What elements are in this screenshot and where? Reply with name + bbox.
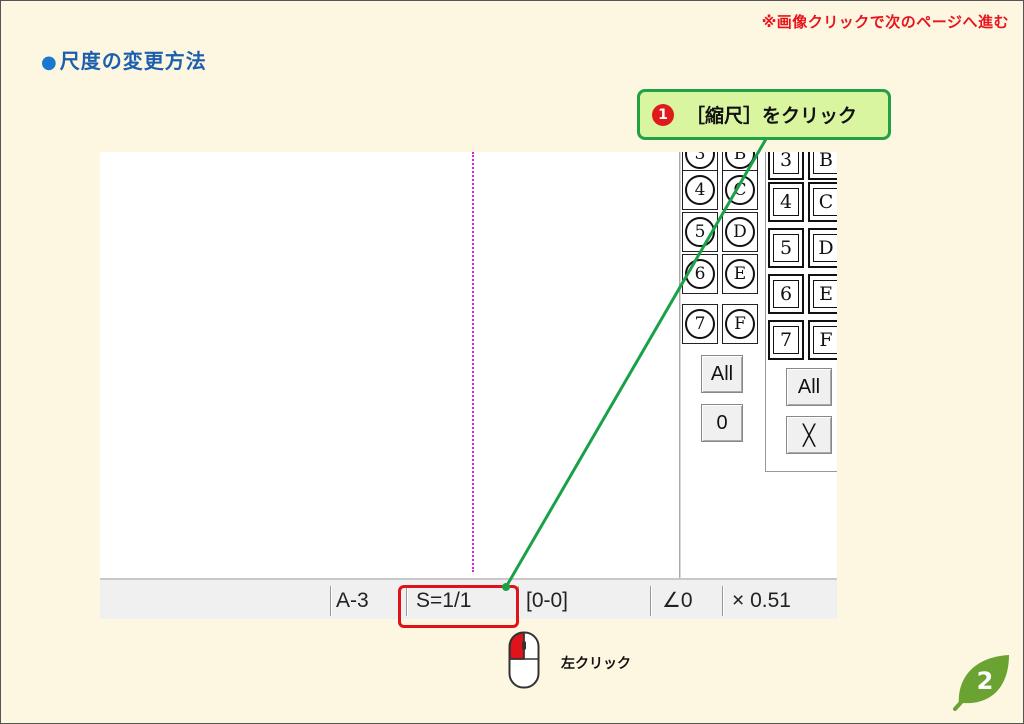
layer-all-button[interactable]: All xyxy=(786,368,832,406)
status-separator xyxy=(650,586,652,616)
slide[interactable]: ※画像クリックで次のページへ進む ● 尺度の変更方法 3 B 4 C 5 D 6 … xyxy=(0,0,1024,724)
left-click-label: 左クリック xyxy=(561,656,631,672)
layer-group-cell[interactable]: 4 xyxy=(682,170,718,210)
layer-cell[interactable]: 3 xyxy=(768,152,804,180)
page-number-leaf-icon[interactable]: 2 xyxy=(951,649,1013,711)
guide-line xyxy=(472,152,474,572)
layer-group-cell[interactable]: F xyxy=(722,304,758,344)
title-bullet-icon: ● xyxy=(41,52,58,73)
section-title: ● 尺度の変更方法 xyxy=(41,45,207,74)
panel-divider xyxy=(679,152,681,578)
layer-group-palette: 3 B 4 C 5 D 6 E 7 F All 0 xyxy=(682,152,765,462)
layer-group-cell[interactable]: 6 xyxy=(682,254,718,294)
layer-palette: 3 B 4 C 5 D 6 E 7 F All ╳ xyxy=(765,152,837,472)
layer-group-cell[interactable]: 7 xyxy=(682,304,718,344)
step-number-badge: 1 xyxy=(652,103,674,126)
layer-cell[interactable]: 5 xyxy=(768,228,804,268)
layer-group-cell[interactable]: E xyxy=(722,254,758,294)
paper-size-status[interactable]: A-3 xyxy=(336,584,369,617)
layer-group-cell[interactable]: 5 xyxy=(682,212,718,252)
layer-cell[interactable]: 7 xyxy=(768,320,804,360)
section-title-text: 尺度の変更方法 xyxy=(59,49,207,73)
angle-status[interactable]: ∠0 xyxy=(662,584,693,617)
layer-group-cell[interactable]: C xyxy=(722,170,758,210)
layer-group-zero-button[interactable]: 0 xyxy=(701,404,743,442)
status-separator xyxy=(330,586,332,616)
zoom-status[interactable]: × 0.51 xyxy=(732,584,791,617)
layer-cell[interactable]: E xyxy=(808,274,837,314)
layer-clear-button[interactable]: ╳ xyxy=(786,416,832,454)
layer-group-cell[interactable]: D xyxy=(722,212,758,252)
layer-cell[interactable]: C xyxy=(808,182,837,222)
drawing-canvas[interactable] xyxy=(100,152,680,578)
instruction-callout: 1 ［縮尺］をクリック xyxy=(637,89,891,140)
layer-cell[interactable]: B xyxy=(808,152,837,180)
next-page-note: ※画像クリックで次のページへ進む xyxy=(761,13,1009,31)
app-screenshot: 3 B 4 C 5 D 6 E 7 F All 0 3 B 4 C 5 D 6 … xyxy=(100,152,837,619)
layer-cell[interactable]: D xyxy=(808,228,837,268)
layer-cell[interactable]: F xyxy=(808,320,837,360)
callout-text: ［縮尺］をクリック xyxy=(686,105,858,127)
status-separator xyxy=(722,586,724,616)
left-click-mouse-icon xyxy=(508,631,540,689)
scale-highlight xyxy=(398,585,519,628)
layer-cell[interactable]: 6 xyxy=(768,274,804,314)
page-number: 2 xyxy=(977,667,994,695)
layer-cell[interactable]: 4 xyxy=(768,182,804,222)
layer-group-all-button[interactable]: All xyxy=(701,355,743,393)
layer-status[interactable]: [0-0] xyxy=(526,584,568,617)
